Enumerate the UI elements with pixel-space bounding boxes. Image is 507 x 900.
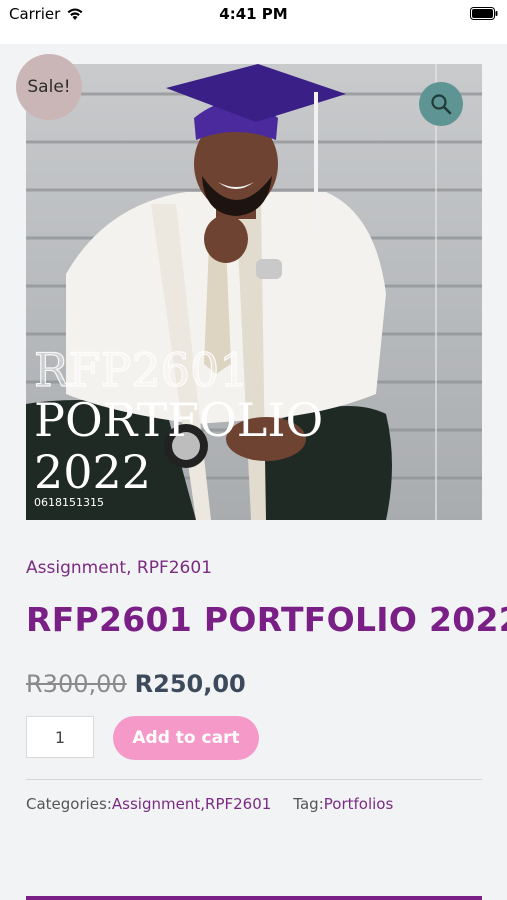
sale-badge: Sale! bbox=[16, 54, 82, 120]
product-meta: Categories: Assignment , RPF2601 Tag: Po… bbox=[26, 795, 393, 813]
search-icon bbox=[431, 94, 452, 115]
status-bar: Carrier 4:41 PM bbox=[0, 0, 507, 44]
sale-price: R250,00 bbox=[134, 670, 246, 698]
product-photo-illustration: RFP2601 PORTFOLIO 2022 0618151315 bbox=[26, 64, 482, 520]
add-to-cart-button[interactable]: Add to cart bbox=[113, 716, 259, 760]
battery-icon bbox=[470, 7, 498, 20]
divider bbox=[26, 779, 482, 780]
category-link-rpf2601[interactable]: RPF2601 bbox=[205, 795, 271, 813]
old-price: R300,00 bbox=[26, 670, 127, 698]
tag-label: Tag: bbox=[293, 795, 324, 813]
product-categories-link[interactable]: Assignment, RPF2601 bbox=[26, 558, 212, 578]
meta-spacer bbox=[271, 795, 293, 813]
status-time: 4:41 PM bbox=[219, 5, 288, 23]
tabs-top-border bbox=[26, 896, 482, 900]
price-row: R300,00 R250,00 bbox=[26, 670, 246, 698]
categories-label: Categories: bbox=[26, 795, 112, 813]
overlay-phone: 0618151315 bbox=[34, 496, 104, 509]
product-title: RFP2601 PORTFOLIO 2022 bbox=[26, 600, 507, 639]
category-link-assignment[interactable]: Assignment bbox=[112, 795, 200, 813]
overlay-line-1: RFP2601 bbox=[34, 343, 249, 397]
overlay-line-3: 2022 bbox=[34, 445, 151, 499]
overlay-line-2: PORTFOLIO bbox=[34, 393, 323, 447]
quantity-input[interactable] bbox=[26, 716, 94, 758]
zoom-button[interactable] bbox=[419, 82, 463, 126]
product-image[interactable]: RFP2601 PORTFOLIO 2022 0618151315 bbox=[26, 64, 482, 520]
tag-link-portfolios[interactable]: Portfolios bbox=[324, 795, 394, 813]
